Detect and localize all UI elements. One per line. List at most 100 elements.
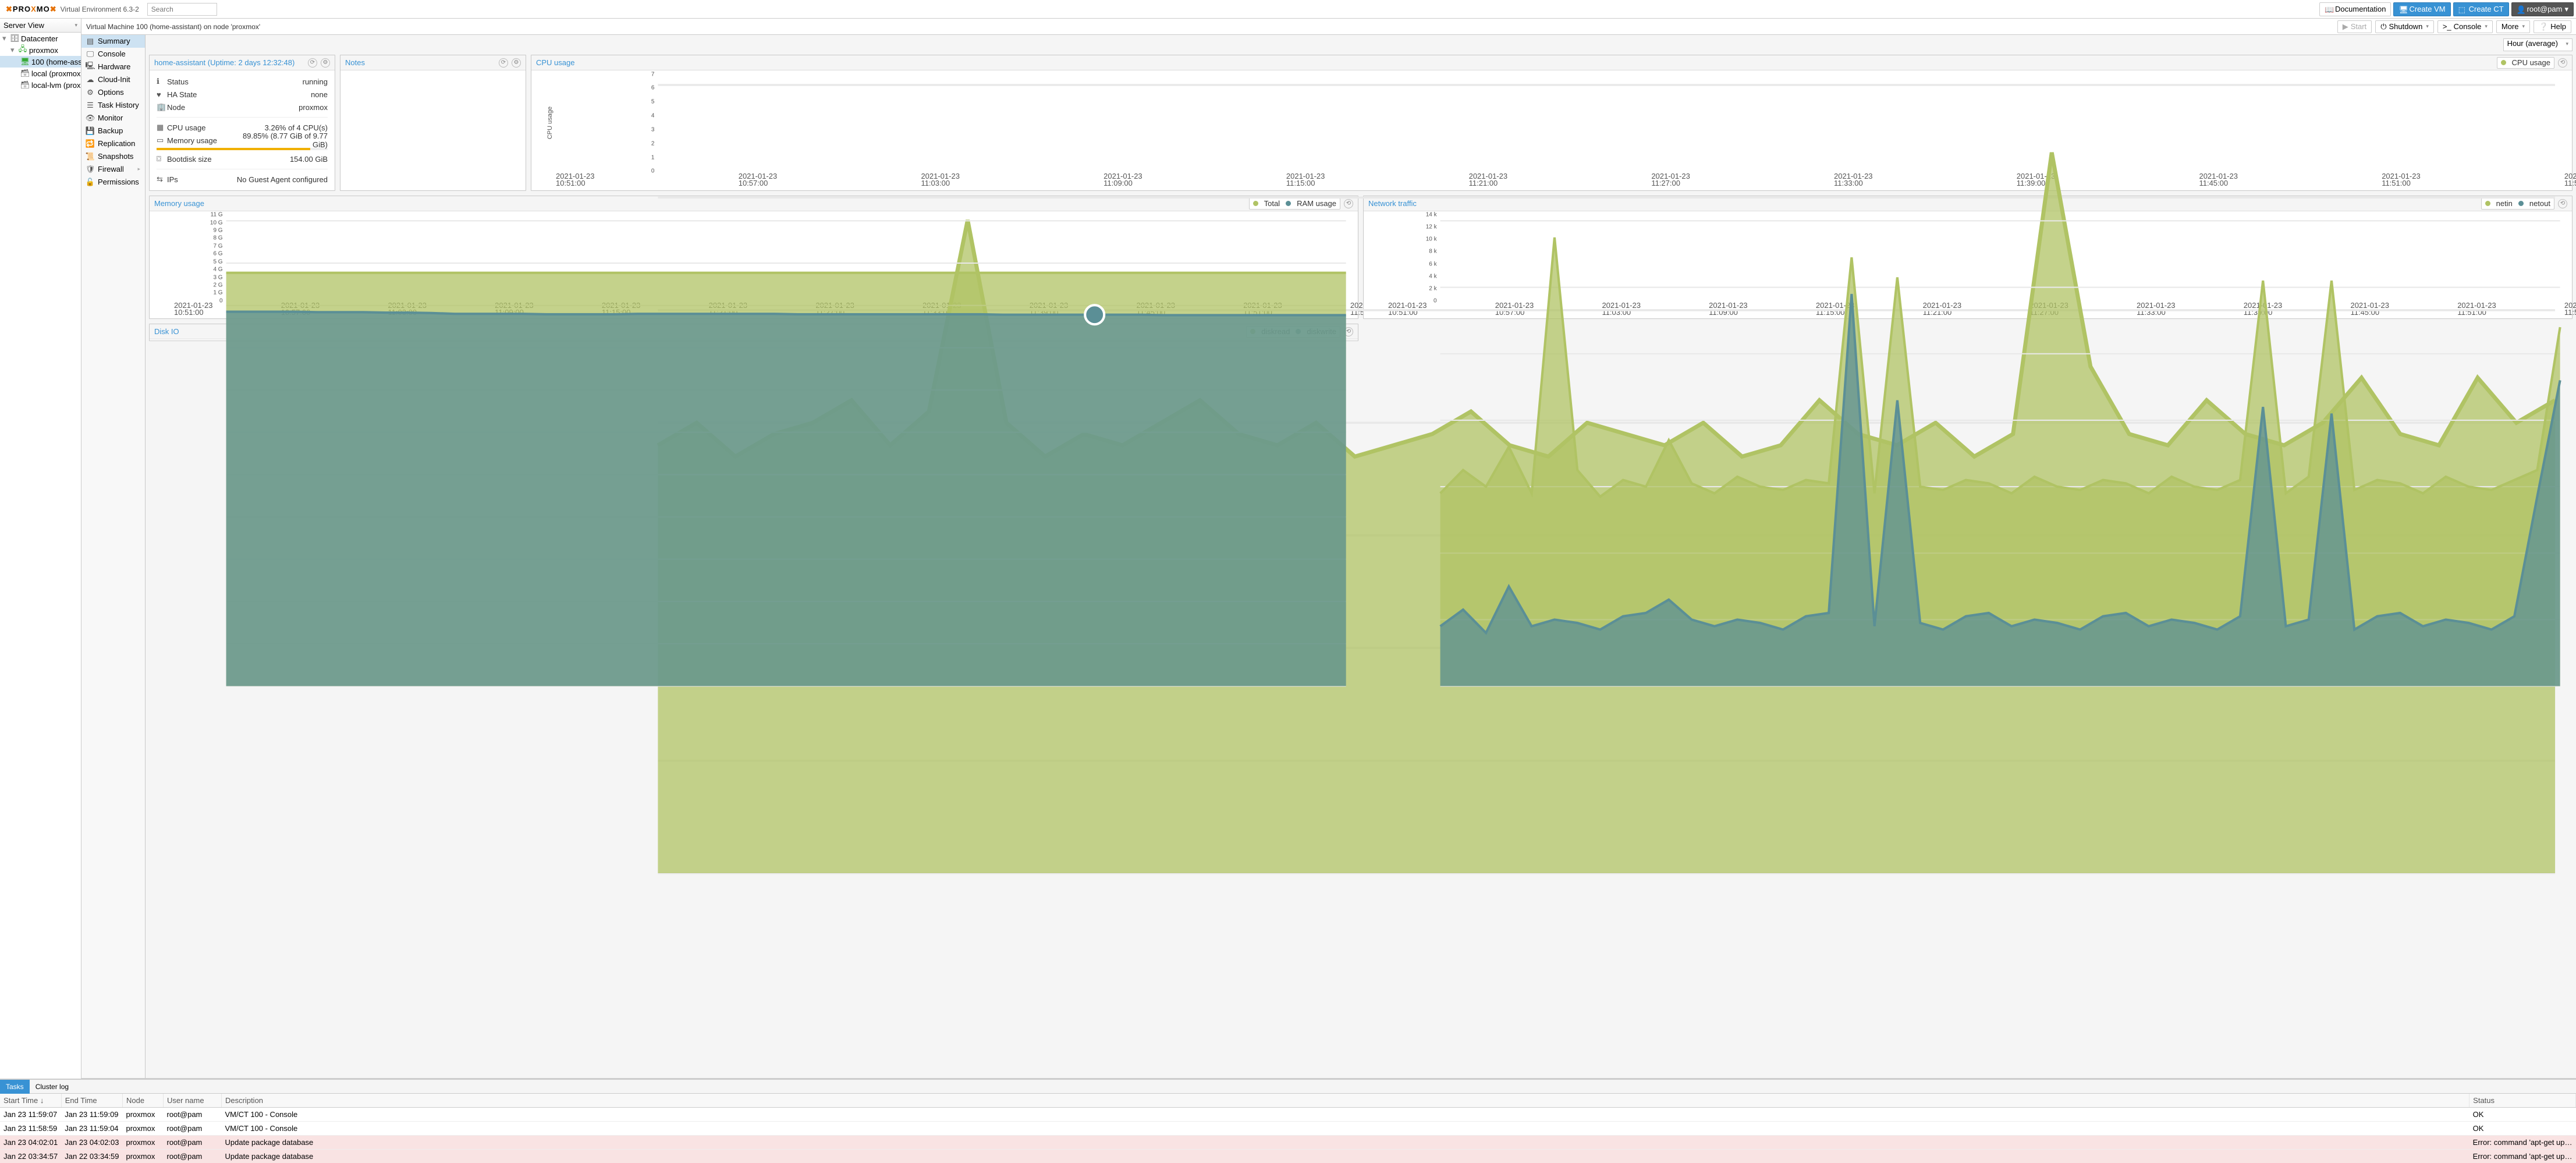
- more-button[interactable]: More ▾: [2496, 20, 2530, 33]
- cpu-panel-title: CPU usage: [536, 58, 574, 67]
- left-panel: Server View ▾ ▾ 🗄 Datacenter ▾ 🖧 proxmox…: [0, 19, 81, 1079]
- col-start-time[interactable]: Start Time ↓: [0, 1094, 61, 1108]
- create-vm-button[interactable]: 🖥 Create VM: [2393, 2, 2450, 16]
- create-ct-button[interactable]: ⬚ Create CT: [2453, 2, 2509, 16]
- chevron-down-icon: ▾: [2426, 23, 2429, 30]
- sidelist-item-label: Task History: [98, 101, 139, 109]
- play-icon: ▶: [2343, 22, 2348, 31]
- chevron-right-icon: ▸: [137, 166, 140, 172]
- hdd-icon: ⌼: [157, 154, 167, 164]
- replication-icon: 🔁: [86, 140, 94, 148]
- col-description[interactable]: Description: [222, 1094, 2469, 1108]
- sidelist-item-hardware[interactable]: 🖳 Hardware: [81, 61, 145, 73]
- start-button[interactable]: ▶ Start: [2337, 20, 2372, 33]
- help-button[interactable]: ❔ Help: [2534, 20, 2571, 33]
- hardware-icon: 🖳: [86, 63, 94, 71]
- snapshots-icon: 📜: [86, 153, 94, 161]
- user-menu-button[interactable]: 👤 root@pam ▾: [2511, 2, 2574, 16]
- summary-icon: ▤: [86, 37, 94, 45]
- heartbeat-icon: ♥: [157, 90, 167, 99]
- sidelist-item-label: Monitor: [98, 114, 123, 122]
- memory-icon: ▭: [157, 136, 167, 145]
- memory-usage-panel: Memory usage Total RAM usage ⟲ 01 G2 G3 …: [149, 196, 1358, 319]
- documentation-button[interactable]: 📖 Documentation: [2319, 2, 2391, 16]
- server-icon: 🗄: [10, 34, 19, 42]
- task-row[interactable]: Jan 22 03:34:57Jan 22 03:34:59proxmoxroo…: [0, 1150, 2576, 1163]
- monitor-icon: 👁: [86, 114, 94, 122]
- timerange-select[interactable]: Hour (average) ▾: [2503, 38, 2573, 51]
- chevron-down-icon: ▾: [2566, 41, 2568, 47]
- bottom-panel: Tasks Cluster log Start Time ↓ End Time …: [0, 1079, 2576, 1163]
- database-icon: 🗃: [21, 81, 29, 89]
- info-icon: ℹ: [157, 77, 167, 86]
- task-row[interactable]: Jan 23 04:02:01Jan 23 04:02:03proxmoxroo…: [0, 1136, 2576, 1150]
- tree-node[interactable]: ▾ 🖧 proxmox: [0, 44, 81, 56]
- backup-icon: 💾: [86, 127, 94, 135]
- tree-storage-local[interactable]: 🗃 local (proxmox): [0, 68, 81, 79]
- sidelist-item-permissions[interactable]: 🔓Permissions: [81, 176, 145, 189]
- legend-dot-icon: [2501, 60, 2506, 65]
- sidelist-item-firewall[interactable]: 🛡Firewall▸: [81, 163, 145, 176]
- summary-panel: home-assistant (Uptime: 2 days 12:32:48)…: [149, 55, 335, 191]
- summary-panel-title: home-assistant (Uptime: 2 days 12:32:48): [154, 58, 294, 67]
- sidelist-item-label: Hardware: [98, 62, 130, 71]
- center-panel: Virtual Machine 100 (home-assistant) on …: [81, 19, 2576, 1079]
- network-chart: 02 k4 k6 k8 k10 k12 k14 k2021-01-2310:51…: [1368, 214, 2567, 318]
- server-view-selector[interactable]: Server View ▾: [0, 19, 81, 33]
- brand-logo: ✖ PRO X MO ✖ Virtual Environment 6.3-2: [2, 5, 143, 14]
- center-header: Virtual Machine 100 (home-assistant) on …: [81, 19, 2576, 35]
- tab-tasks[interactable]: Tasks: [0, 1080, 30, 1094]
- cube-icon: ⬚: [2458, 5, 2467, 13]
- reset-icon[interactable]: ⟲: [2558, 58, 2567, 68]
- sidelist-item-summary[interactable]: ▤ Summary: [81, 35, 145, 48]
- col-user[interactable]: User name: [164, 1094, 222, 1108]
- sidelist-item-monitor[interactable]: 👁 Monitor: [81, 112, 145, 125]
- notes-body[interactable]: [340, 70, 526, 190]
- gear-icon[interactable]: ⚙: [321, 58, 330, 68]
- task-row[interactable]: Jan 23 11:58:59Jan 23 11:59:04proxmoxroo…: [0, 1122, 2576, 1136]
- power-icon: ⏻: [2380, 22, 2386, 31]
- col-status[interactable]: Status: [2469, 1094, 2576, 1108]
- database-icon: 🗃: [21, 69, 29, 77]
- permissions-icon: 🔓: [86, 178, 94, 186]
- chevron-down-icon: ▾: [74, 22, 77, 29]
- memory-panel-title: Memory usage: [154, 199, 204, 208]
- sidelist-item-taskhistory[interactable]: ☰ Task History: [81, 99, 145, 112]
- sidelist-item-label: Options: [98, 88, 124, 97]
- terminal-icon: >_: [2443, 22, 2451, 31]
- taskhistory-icon: ☰: [86, 101, 94, 109]
- network-traffic-panel: Network traffic netin netout ⟲ 02 k4 k6 …: [1363, 196, 2573, 319]
- sidelist-item-label: Summary: [98, 37, 130, 45]
- notes-panel: Notes ⟳ ⚙: [340, 55, 526, 191]
- desktop-icon: 🖥: [21, 58, 29, 66]
- cloudinit-icon: ☁: [86, 76, 94, 84]
- gear-icon[interactable]: ⚙: [512, 58, 521, 68]
- vm-sidelist: ▤ Summary 🖵Console 🖳 Hardware ☁Cloud-Init⚙Opt…: [81, 35, 146, 1078]
- cpu-legend: CPU usage: [2497, 57, 2554, 69]
- desktop-icon: 🖥: [2398, 5, 2407, 13]
- sidelist-item-cloudinit[interactable]: ☁Cloud-Init: [81, 73, 145, 86]
- sidelist-item-replication[interactable]: 🔁Replication: [81, 137, 145, 150]
- sidelist-item-snapshots[interactable]: 📜Snapshots: [81, 150, 145, 163]
- col-end-time[interactable]: End Time: [61, 1094, 122, 1108]
- tree-vm-100[interactable]: 🖥 100 (home-assistant): [0, 56, 81, 68]
- bottom-tabs: Tasks Cluster log: [0, 1080, 2576, 1094]
- summary-content: Hour (average) ▾ home-assistant (Uptime:…: [146, 35, 2576, 1078]
- search-input[interactable]: [147, 3, 217, 16]
- console-button[interactable]: >_ Console ▾: [2437, 20, 2493, 33]
- cpu-usage-panel: CPU usage CPU usage ⟲ 01234567CPU usage2…: [531, 55, 2573, 191]
- building-icon: 🏢: [157, 102, 167, 112]
- topbar: ✖ PRO X MO ✖ Virtual Environment 6.3-2 📖…: [0, 0, 2576, 19]
- task-row[interactable]: Jan 23 11:59:07Jan 23 11:59:09proxmoxroo…: [0, 1108, 2576, 1122]
- sidelist-item-backup[interactable]: 💾 Backup: [81, 125, 145, 137]
- sidelist-item-label: Backup: [98, 126, 123, 135]
- sidelist-item-console[interactable]: 🖵Console: [81, 48, 145, 61]
- tree-datacenter[interactable]: ▾ 🗄 Datacenter: [0, 33, 81, 44]
- tree-storage-lvm[interactable]: 🗃 local-lvm (proxmox): [0, 79, 81, 91]
- edit-icon[interactable]: ⟳: [499, 58, 508, 68]
- col-node[interactable]: Node: [123, 1094, 164, 1108]
- tab-cluster-log[interactable]: Cluster log: [30, 1080, 74, 1094]
- shutdown-button[interactable]: ⏻ Shutdown ▾: [2375, 20, 2434, 33]
- sidelist-item-options[interactable]: ⚙Options: [81, 86, 145, 99]
- refresh-icon[interactable]: ⟳: [308, 58, 317, 68]
